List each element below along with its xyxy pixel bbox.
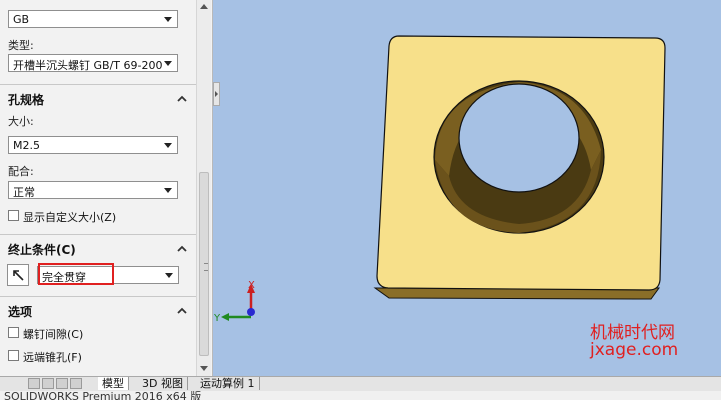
fit-label: 配合:	[8, 165, 34, 178]
divider	[0, 296, 196, 297]
axis-x-label: X	[248, 280, 255, 291]
hole-spec-title: 孔规格	[8, 93, 45, 107]
size-value: M2.5	[13, 139, 40, 152]
standard-value: GB	[13, 13, 30, 26]
highlight-box	[38, 263, 114, 285]
status-bar: SOLIDWORKS Premium 2016 x64 版	[0, 391, 721, 400]
divider	[0, 234, 196, 235]
size-label: 大小:	[8, 115, 34, 128]
through-hole	[458, 83, 580, 193]
custom-size-label: 显示自定义大小(Z)	[23, 211, 117, 224]
screw-clearance-label: 螺钉间隙(C)	[23, 328, 84, 341]
options-title: 选项	[8, 305, 33, 319]
end-condition-title: 终止条件(C)	[8, 243, 76, 257]
tab-model[interactable]: 模型	[98, 377, 129, 390]
far-side-countersink-checkbox[interactable]	[8, 350, 19, 361]
divider	[0, 84, 196, 85]
custom-size-checkbox[interactable]	[8, 210, 19, 221]
status-text: SOLIDWORKS Premium 2016 x64 版	[4, 391, 202, 400]
collapse-chevron-icon[interactable]	[176, 243, 188, 255]
chevron-down-icon	[164, 17, 172, 22]
tab-3d-view[interactable]: 3D 视图	[138, 377, 188, 390]
next-tab-icon[interactable]	[56, 378, 68, 389]
type-label: 类型:	[8, 39, 34, 52]
grip-icon	[204, 263, 208, 271]
chevron-down-icon	[164, 61, 172, 66]
chevron-down-icon	[165, 273, 173, 278]
reverse-direction-button[interactable]	[7, 264, 29, 286]
far-side-countersink-label: 远端锥孔(F)	[23, 351, 82, 364]
size-dropdown[interactable]: M2.5	[8, 136, 178, 154]
watermark-url: jxage.com	[590, 340, 679, 360]
scroll-down-icon[interactable]	[200, 366, 208, 372]
type-dropdown[interactable]: 开槽半沉头螺钉 GB/T 69-200	[8, 54, 178, 72]
coordinate-triad: X Y	[213, 280, 255, 324]
standard-dropdown[interactable]: GB	[8, 10, 178, 28]
scroll-up-icon[interactable]	[200, 3, 208, 9]
chevron-down-icon	[164, 143, 172, 148]
panel-scrollbar[interactable]	[196, 0, 211, 376]
type-value: 开槽半沉头螺钉 GB/T 69-200	[13, 59, 163, 72]
scrollbar-thumb[interactable]	[199, 172, 209, 356]
first-tab-icon[interactable]	[28, 378, 40, 389]
reverse-direction-icon	[13, 270, 24, 281]
screw-clearance-checkbox[interactable]	[8, 327, 19, 338]
tab-motion-study[interactable]: 运动算例 1	[196, 377, 260, 390]
collapse-chevron-icon[interactable]	[176, 305, 188, 317]
fit-dropdown[interactable]: 正常	[8, 181, 178, 199]
property-manager-panel: GB 类型: 开槽半沉头螺钉 GB/T 69-200 孔规格 大小: M2.5 …	[0, 0, 213, 376]
axis-y-label: Y	[213, 313, 221, 324]
last-tab-icon[interactable]	[70, 378, 82, 389]
fit-value: 正常	[13, 186, 35, 199]
graphics-viewport[interactable]: X Y 机械时代网 jxage.com	[213, 0, 721, 376]
collapse-chevron-icon[interactable]	[176, 93, 188, 105]
prev-tab-icon[interactable]	[42, 378, 54, 389]
chevron-down-icon	[164, 188, 172, 193]
bottom-tab-bar: 模型 3D 视图 运动算例 1	[0, 376, 721, 391]
